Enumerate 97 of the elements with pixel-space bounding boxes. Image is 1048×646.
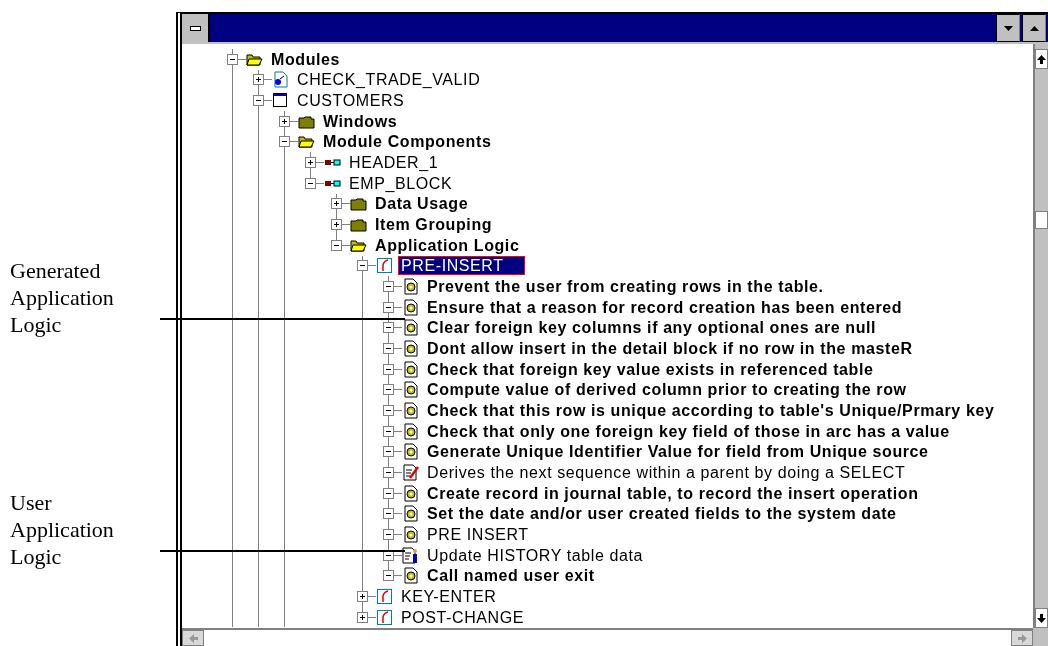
- scroll-left-button[interactable]: [182, 630, 204, 646]
- collapse-toggle[interactable]: [383, 528, 394, 540]
- tree-item[interactable]: Check that foreign key value exists in referenced table: [424, 359, 877, 379]
- gear-page-icon: [402, 340, 419, 357]
- collapse-toggle[interactable]: [383, 466, 394, 478]
- right-arrow-icon: [1017, 633, 1027, 643]
- gear-page-icon: [402, 298, 419, 316]
- scroll-thumb[interactable]: [1035, 211, 1048, 229]
- tree-item[interactable]: Check that this row is unique according to table's Unique/Prmary key: [424, 401, 998, 420]
- collapse-toggle[interactable]: [383, 281, 394, 293]
- left-arrow-icon: [188, 633, 198, 643]
- tree-item[interactable]: EMP_BLOCK: [346, 173, 456, 193]
- control-menu-button[interactable]: [182, 14, 210, 42]
- collapse-toggle[interactable]: [357, 260, 368, 272]
- tree-item[interactable]: Update HISTORY table data: [424, 545, 646, 565]
- gear-page-icon: [402, 443, 419, 461]
- tree-item[interactable]: Dont allow insert in the detail block if no row in the masteR: [424, 339, 916, 358]
- down-arrow-icon: [1037, 613, 1046, 623]
- tree-item[interactable]: Set the date and/or user created fields to the system date: [424, 504, 900, 524]
- folder-icon: [350, 216, 367, 234]
- tree-item[interactable]: Module Components: [320, 132, 495, 152]
- curve-page-icon: [376, 608, 393, 626]
- pencil-page-icon: [402, 463, 419, 481]
- vertical-scrollbar[interactable]: [1033, 44, 1048, 628]
- window-icon: [272, 92, 289, 110]
- collapse-toggle[interactable]: [331, 239, 342, 251]
- expand-toggle[interactable]: [305, 157, 316, 169]
- gear-page-icon: [402, 525, 419, 543]
- collapse-toggle[interactable]: [383, 322, 394, 334]
- gear-page-icon: [402, 360, 419, 378]
- collapse-toggle[interactable]: [383, 301, 394, 313]
- tree-item[interactable]: Data Usage: [372, 194, 472, 214]
- scroll-up-button[interactable]: [1035, 49, 1048, 69]
- collapse-toggle[interactable]: [253, 95, 264, 107]
- collapse-toggle[interactable]: [305, 177, 316, 189]
- collapse-toggle[interactable]: [383, 363, 394, 375]
- collapse-toggle[interactable]: [383, 405, 394, 416]
- down-triangle-icon: [1003, 25, 1013, 31]
- collapse-toggle[interactable]: [227, 53, 238, 65]
- curve-page-icon: [376, 257, 393, 275]
- tree-item[interactable]: Derives the next sequence within a parent by doing a SELECT: [424, 462, 909, 482]
- folder-icon: [350, 195, 367, 213]
- tree-item[interactable]: Call named user exit: [424, 566, 598, 586]
- curve-page-icon: [376, 587, 393, 605]
- collapse-toggle[interactable]: [383, 425, 394, 437]
- expand-toggle[interactable]: [331, 219, 342, 231]
- gear-page-icon: [402, 381, 419, 399]
- collapse-toggle[interactable]: [383, 446, 394, 458]
- gear-page-icon: [402, 402, 419, 419]
- callout-label: Generated Application Logic: [10, 257, 115, 338]
- callout-label: User Application Logic: [10, 489, 115, 570]
- up-triangle-icon: [1029, 25, 1039, 31]
- up-arrow-icon: [1037, 54, 1046, 64]
- expand-toggle[interactable]: [279, 115, 290, 127]
- scrollbar-corner: [1033, 628, 1048, 646]
- tree-item[interactable]: CUSTOMERS: [294, 91, 408, 111]
- collapse-toggle[interactable]: [383, 384, 394, 396]
- tree-item[interactable]: PRE INSERT: [424, 524, 532, 544]
- tree-item[interactable]: Windows: [320, 111, 401, 131]
- horizontal-scrollbar[interactable]: [182, 628, 1033, 646]
- collapse-toggle[interactable]: [383, 487, 394, 499]
- collapse-toggle[interactable]: [383, 343, 394, 354]
- tree-item[interactable]: Prevent the user from creating rows in the table.: [424, 277, 827, 297]
- scroll-down-button[interactable]: [1035, 608, 1048, 628]
- expand-toggle[interactable]: [357, 590, 368, 602]
- gear-page-icon: [402, 319, 419, 337]
- tree-item[interactable]: CHECK_TRADE_VALID: [294, 70, 484, 90]
- expand-toggle[interactable]: [253, 74, 264, 86]
- gear-page-icon: [402, 484, 419, 502]
- tree-item[interactable]: Application Logic: [372, 235, 523, 255]
- minimize-button[interactable]: [996, 14, 1020, 42]
- gear-page-icon: [402, 567, 419, 585]
- tree-item[interactable]: Create record in journal table, to record the insert operation: [424, 483, 922, 503]
- expand-toggle[interactable]: [357, 611, 368, 623]
- gear-page-icon: [402, 422, 419, 440]
- tree-item[interactable]: Clear foreign key columns if any optional ones are null: [424, 318, 880, 338]
- collapse-toggle[interactable]: [279, 136, 290, 148]
- tree-item[interactable]: Modules: [268, 49, 344, 69]
- expand-toggle[interactable]: [331, 198, 342, 210]
- tree-item[interactable]: PRE-INSERT: [398, 256, 525, 276]
- tree-item[interactable]: Check that only one foreign key field of those in arc has a value: [424, 421, 953, 441]
- tree-item[interactable]: Compute value of derived column prior to creating the row: [424, 380, 910, 400]
- tree-item[interactable]: POST-CHANGE: [398, 607, 528, 627]
- maximize-button[interactable]: [1022, 14, 1046, 42]
- collapse-toggle[interactable]: [383, 508, 394, 520]
- tree-item[interactable]: Ensure that a reason for record creation has been entered: [424, 297, 906, 317]
- document-icon: [272, 71, 289, 89]
- open-folder-icon: [298, 133, 315, 151]
- collapse-toggle[interactable]: [383, 549, 394, 561]
- tree-item[interactable]: KEY-ENTER: [398, 586, 500, 606]
- gear-page-icon: [402, 278, 419, 296]
- tree-item[interactable]: Generate Unique Identifier Value for field from Unique source: [424, 442, 932, 462]
- gear-page-icon: [402, 505, 419, 523]
- collapse-toggle[interactable]: [383, 570, 394, 582]
- tree-item[interactable]: Item Grouping: [372, 215, 496, 235]
- person-page-icon: [402, 546, 419, 564]
- tree-item[interactable]: HEADER_1: [346, 153, 442, 173]
